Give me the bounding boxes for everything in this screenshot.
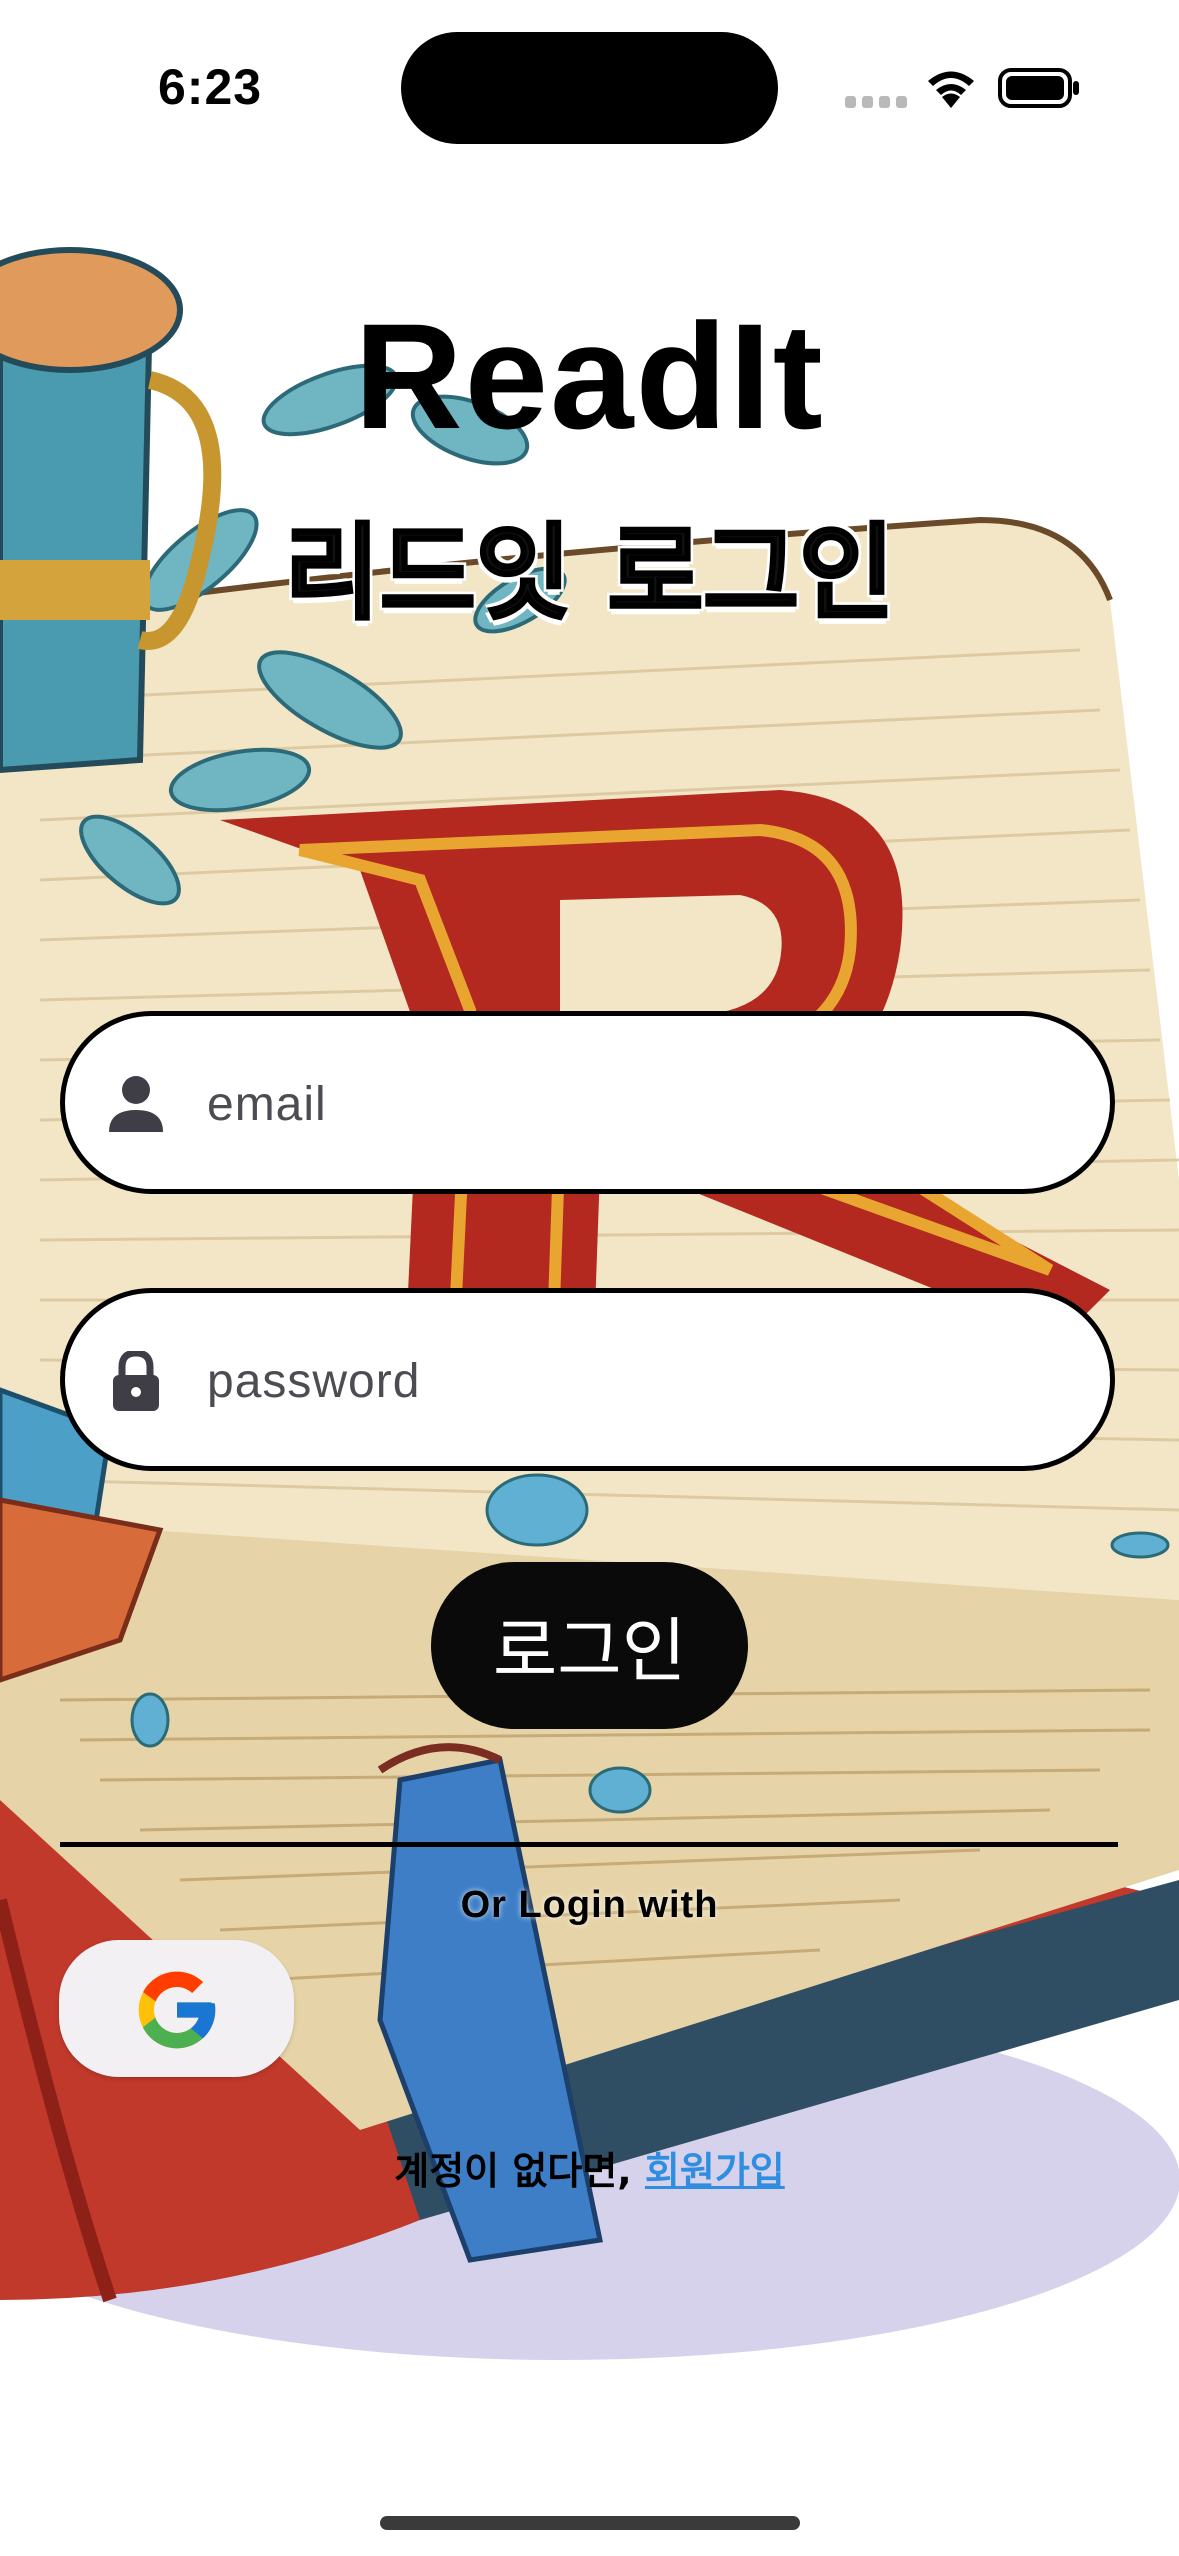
- status-time: 6:23: [158, 59, 263, 115]
- google-login-button[interactable]: [59, 1940, 294, 2077]
- person-icon: [109, 1076, 163, 1132]
- cellular-signal-icon: [845, 96, 907, 108]
- wifi-icon: [928, 71, 974, 108]
- or-login-with-label: Or Login with: [460, 1884, 719, 1926]
- signup-prompt-text: 계정이 없다면,: [394, 2149, 645, 2193]
- password-field[interactable]: [60, 1288, 1115, 1471]
- email-field[interactable]: [60, 1011, 1115, 1194]
- login-screen: 6:23 ReadIt 리드잇 로그인 로그인 Or Login wit: [0, 0, 1179, 2556]
- divider: [60, 1842, 1118, 1847]
- home-indicator[interactable]: [380, 2516, 800, 2530]
- signup-prompt: 계정이 없다면, 회원가입: [0, 2140, 1179, 2195]
- login-subtitle: 리드잇 로그인: [283, 511, 896, 636]
- app-title: ReadIt: [354, 292, 825, 460]
- lock-icon: [113, 1351, 159, 1411]
- signup-link[interactable]: 회원가입: [645, 2149, 785, 2193]
- battery-icon: [998, 68, 1079, 108]
- password-input[interactable]: [207, 1323, 1067, 1439]
- dynamic-island: [401, 32, 778, 144]
- google-logo-icon: [138, 1971, 216, 2049]
- login-button[interactable]: 로그인: [431, 1562, 748, 1729]
- email-input[interactable]: [207, 1046, 1067, 1162]
